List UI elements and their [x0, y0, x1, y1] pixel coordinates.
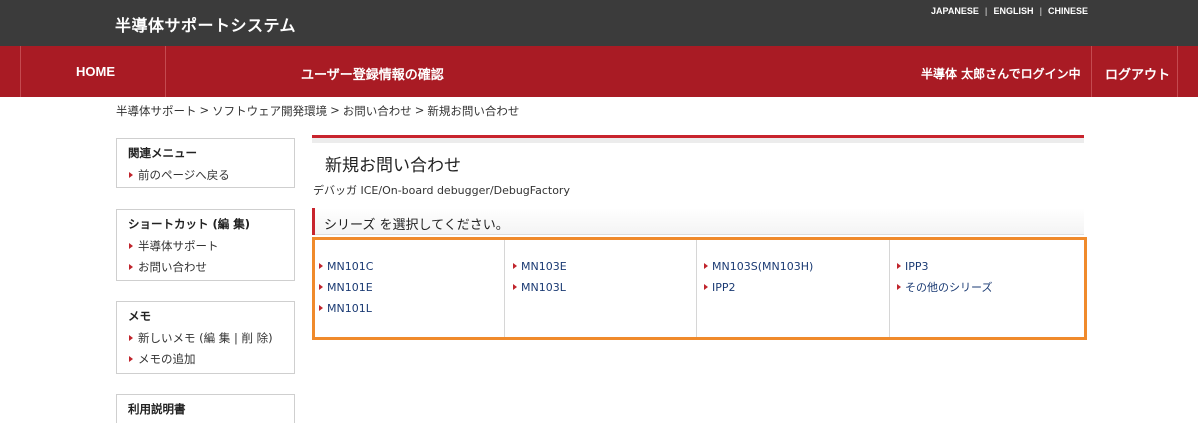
breadcrumb: 半導体サポート > ソフトウェア開発環境 > お問い合わせ > 新規お問い合わせ — [116, 103, 519, 119]
triangle-bullet-icon — [319, 305, 323, 311]
series-column: MN103E MN103L — [504, 240, 697, 337]
language-switcher: JAPANESE | ENGLISH | CHINESE — [931, 6, 1088, 16]
triangle-bullet-icon — [704, 263, 708, 269]
series-selection-box: MN101C MN101E MN101L MN103E MN103L MN103… — [312, 237, 1087, 340]
top-bar: 半導体サポートシステム JAPANESE | ENGLISH | CHINESE — [0, 0, 1198, 46]
memo-box: メモ 新しいメモ (編 集 | 削 除) メモの追加 — [116, 301, 295, 374]
series-heading-text: シリーズ を選択してください。 — [324, 218, 509, 233]
series-label: MN103L — [521, 281, 566, 294]
series-label: MN103E — [521, 260, 567, 273]
triangle-bullet-icon — [129, 172, 133, 178]
series-column: IPP3 その他のシリーズ — [889, 240, 1084, 337]
series-label: MN101C — [327, 260, 374, 273]
manual-title[interactable]: 利用説明書 — [128, 401, 283, 417]
breadcrumb-separator: > — [414, 103, 425, 117]
triangle-bullet-icon — [513, 284, 517, 290]
lang-japanese[interactable]: JAPANESE — [931, 6, 979, 16]
series-section-heading: シリーズ を選択してください。 — [312, 208, 1084, 235]
series-link[interactable]: MN101E — [315, 277, 507, 298]
shortcut-semiconductor-support[interactable]: 半導体サポート — [128, 236, 283, 257]
add-memo-link[interactable]: メモの追加 — [128, 349, 283, 370]
related-menu-box: 関連メニュー 前のページへ戻る — [116, 138, 295, 188]
series-link[interactable]: MN101L — [315, 298, 507, 319]
add-memo-label: メモの追加 — [138, 352, 196, 366]
series-label: IPP3 — [905, 260, 929, 273]
triangle-bullet-icon — [129, 356, 133, 362]
triangle-bullet-icon — [897, 263, 901, 269]
series-link[interactable]: MN103E — [509, 256, 697, 277]
nav-home[interactable]: HOME — [76, 64, 115, 79]
login-status: 半導体 太郎さんでログイン中 — [921, 67, 1081, 81]
series-label: MN101L — [327, 302, 372, 315]
triangle-bullet-icon — [704, 284, 708, 290]
back-link-label: 前のページへ戻る — [138, 168, 230, 182]
series-column: MN101C MN101E MN101L — [315, 240, 507, 337]
breadcrumb-separator: > — [330, 103, 340, 117]
nav-divider — [165, 46, 166, 97]
shortcut-label: お問い合わせ — [138, 260, 207, 274]
series-link[interactable]: その他のシリーズ — [893, 277, 1084, 298]
title-shadow-line — [312, 138, 1084, 143]
manual-box: 利用説明書 — [116, 394, 295, 423]
triangle-bullet-icon — [319, 263, 323, 269]
related-menu-title: 関連メニュー — [128, 146, 197, 160]
series-link[interactable]: MN103L — [509, 277, 697, 298]
triangle-bullet-icon — [129, 335, 133, 341]
series-link[interactable]: MN103S(MN103H) — [700, 256, 889, 277]
new-memo-label: 新しいメモ (編 集 | 削 除) — [138, 331, 273, 345]
site-title[interactable]: 半導体サポートシステム — [115, 12, 296, 36]
series-link[interactable]: MN101C — [315, 256, 507, 277]
series-column: MN103S(MN103H) IPP2 — [696, 240, 889, 337]
memo-title: メモ — [128, 309, 151, 323]
shortcut-box: ショートカット (編 集) 半導体サポート お問い合わせ — [116, 209, 295, 281]
new-memo-link[interactable]: 新しいメモ (編 集 | 削 除) — [128, 328, 283, 349]
breadcrumb-item[interactable]: お問い合わせ — [343, 103, 412, 119]
lang-separator: | — [1039, 6, 1042, 16]
nav-divider — [20, 46, 21, 97]
series-label: MN101E — [327, 281, 373, 294]
breadcrumb-current: 新規お問い合わせ — [427, 104, 520, 118]
shortcut-inquiry[interactable]: お問い合わせ — [128, 257, 283, 278]
lang-chinese[interactable]: CHINESE — [1048, 6, 1088, 16]
logout-button[interactable]: ログアウト — [1105, 64, 1170, 83]
main-nav: HOME ユーザー登録情報の確認 半導体 太郎さんでログイン中 ログアウト — [0, 46, 1198, 97]
product-subtitle: デバッガ ICE/On-board debugger/DebugFactory — [313, 184, 570, 197]
back-link[interactable]: 前のページへ戻る — [128, 165, 283, 186]
series-link[interactable]: IPP2 — [700, 277, 889, 298]
triangle-bullet-icon — [319, 284, 323, 290]
shortcut-title[interactable]: ショートカット (編 集) — [128, 216, 283, 232]
series-label: その他のシリーズ — [905, 281, 993, 294]
lang-separator: | — [984, 6, 988, 16]
page-title: 新規お問い合わせ — [325, 156, 461, 176]
triangle-bullet-icon — [129, 264, 133, 270]
heading-accent-bar — [312, 208, 315, 235]
series-link[interactable]: IPP3 — [893, 256, 1084, 277]
series-label: MN103S(MN103H) — [712, 260, 814, 273]
nav-divider — [1091, 46, 1092, 97]
breadcrumb-item[interactable]: ソフトウェア開発環境 — [212, 103, 327, 119]
shortcut-label: 半導体サポート — [138, 239, 219, 253]
series-label: IPP2 — [712, 281, 736, 294]
triangle-bullet-icon — [129, 243, 133, 249]
nav-divider — [1177, 46, 1178, 97]
triangle-bullet-icon — [513, 263, 517, 269]
breadcrumb-separator: > — [199, 103, 210, 117]
nav-page-title: ユーザー登録情報の確認 — [301, 68, 444, 83]
breadcrumb-item[interactable]: 半導体サポート — [116, 103, 197, 119]
triangle-bullet-icon — [897, 284, 901, 290]
lang-english[interactable]: ENGLISH — [993, 6, 1033, 16]
